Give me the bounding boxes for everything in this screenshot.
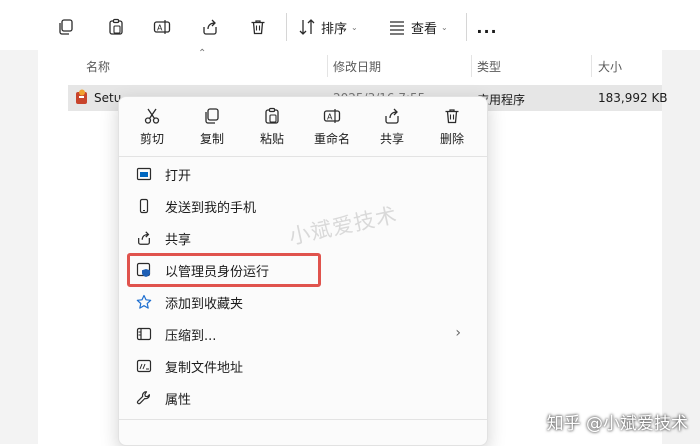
rename-icon: A: [323, 109, 341, 123]
menu-item-copy-path[interactable]: 复制文件地址: [131, 351, 475, 381]
menu-item-label: 发送到我的手机: [165, 200, 257, 216]
copy-icon: [59, 19, 73, 35]
sort-caret-icon: ⌃: [198, 48, 207, 59]
menu-item-properties[interactable]: 属性: [131, 383, 475, 413]
toolbar-paste-button[interactable]: [104, 12, 128, 42]
more-icon: ...: [476, 17, 498, 37]
menu-item-label: 添加到收藏夹: [165, 296, 244, 312]
credit-watermark: 知乎 @小斌爱技术: [546, 414, 688, 434]
toolbar-separator: [286, 13, 287, 41]
trash-icon: [251, 20, 265, 35]
delete-button[interactable]: 删除: [422, 107, 482, 151]
menu-item-label: 属性: [165, 392, 192, 408]
navigation-pane: [0, 50, 38, 444]
star-icon: [134, 292, 154, 312]
phone-icon: [134, 196, 154, 216]
svg-text:A: A: [327, 113, 333, 122]
menu-item-label: 打开: [165, 168, 192, 184]
sort-icon: [299, 19, 315, 35]
toolbar-copy-button[interactable]: [54, 12, 78, 42]
share-label: 共享: [379, 132, 404, 146]
wrench-icon: [134, 388, 154, 408]
svg-text:A: A: [157, 24, 163, 33]
share-icon: [203, 19, 217, 35]
paste-button[interactable]: 粘贴: [242, 107, 302, 151]
toolbar-share-button[interactable]: [198, 12, 222, 42]
paste-icon: [265, 107, 279, 124]
column-header-name[interactable]: 名称: [86, 58, 110, 75]
column-header-type[interactable]: 类型: [477, 58, 501, 75]
highlight-box: [127, 253, 321, 287]
sort-label: 排序: [321, 21, 348, 37]
column-divider[interactable]: [591, 55, 592, 77]
column-divider[interactable]: [471, 55, 472, 77]
menu-separator: [119, 419, 487, 420]
menu-item-open[interactable]: 打开: [131, 159, 475, 189]
column-divider[interactable]: [327, 55, 328, 77]
copy-button[interactable]: 复制: [182, 107, 242, 151]
chevron-down-icon: ⌄: [351, 22, 358, 32]
menu-item-send-to-phone[interactable]: 发送到我的手机: [131, 191, 475, 221]
toolbar-delete-button[interactable]: [246, 12, 270, 42]
list-view-icon: [390, 21, 404, 35]
rename-button[interactable]: A 重命名: [302, 107, 362, 151]
toolbar-rename-button[interactable]: A: [150, 12, 174, 42]
cut-label: 剪切: [139, 132, 164, 146]
right-margin: [662, 50, 700, 444]
share-icon: [134, 228, 154, 248]
scissors-icon: [144, 108, 160, 124]
view-button[interactable]: 查看 ⌄: [388, 12, 458, 42]
column-header-size[interactable]: 大小: [598, 58, 622, 75]
file-size: 183,992 KB: [598, 91, 668, 105]
menu-item-add-to-favorites[interactable]: 添加到收藏夹: [131, 287, 475, 317]
zip-icon: [134, 324, 154, 344]
chevron-down-icon: ⌄: [441, 22, 448, 32]
rename-label: 重命名: [313, 132, 350, 146]
menu-separator: [119, 156, 487, 157]
paste-label: 粘贴: [259, 132, 284, 146]
rename-icon: A: [153, 20, 171, 34]
menu-item-label: 共享: [165, 232, 192, 248]
chevron-right-icon: ›: [455, 325, 461, 341]
cut-button[interactable]: 剪切: [122, 107, 182, 151]
more-options-button[interactable]: ...: [474, 12, 500, 42]
menu-item-label: 压缩到...: [165, 328, 217, 344]
path-icon: [134, 356, 154, 376]
toolbar-separator: [466, 13, 467, 41]
view-label: 查看: [411, 21, 438, 37]
menu-item-compress-to[interactable]: 压缩到... ›: [131, 319, 475, 349]
app-icon: [75, 89, 89, 105]
share-icon: [385, 108, 399, 124]
trash-icon: [445, 109, 459, 124]
command-bar: A 排序 ⌄ 查看 ⌄ ...: [0, 0, 700, 50]
column-header-date[interactable]: 修改日期: [333, 58, 381, 75]
share-button[interactable]: 共享: [362, 107, 422, 151]
paste-icon: [109, 18, 123, 35]
menu-item-label: 复制文件地址: [165, 360, 244, 376]
copy-label: 复制: [199, 132, 224, 146]
delete-label: 删除: [439, 132, 464, 146]
sort-button[interactable]: 排序 ⌄: [298, 12, 368, 42]
open-icon: [134, 164, 154, 184]
copy-icon: [205, 108, 219, 124]
